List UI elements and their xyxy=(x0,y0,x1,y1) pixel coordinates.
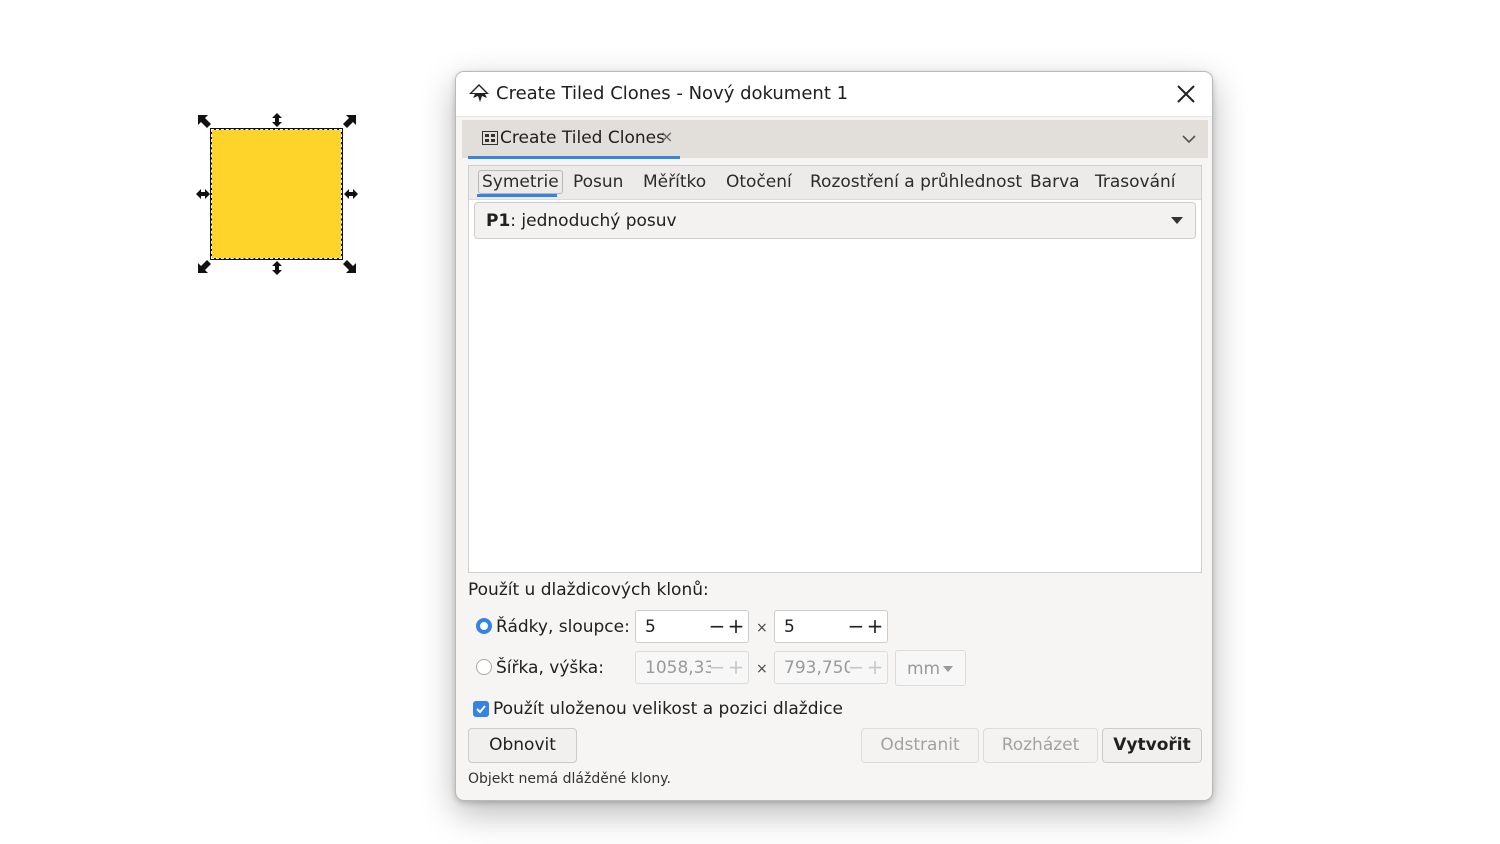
plus-icon[interactable]: + xyxy=(866,613,884,639)
chevron-down-icon[interactable] xyxy=(1176,126,1202,152)
dock-tab-create-tiled-clones[interactable]: Create Tiled Clones × xyxy=(468,120,680,159)
close-icon[interactable] xyxy=(1170,78,1202,110)
plus-icon[interactable]: + xyxy=(727,613,745,639)
active-tab-indicator xyxy=(477,194,557,197)
symmetry-select[interactable]: P1: jednoduchý posuv xyxy=(474,202,1196,239)
use-saved-label: Použít uloženou velikost a pozici dlaždi… xyxy=(493,699,844,719)
dock-tab-label: Create Tiled Clones xyxy=(500,128,665,148)
unit-value: mm xyxy=(907,659,941,679)
times-sign: × xyxy=(756,620,768,636)
create-button[interactable]: Vytvořit xyxy=(1102,728,1202,763)
minus-icon[interactable]: − xyxy=(708,654,726,680)
tab-rozostreni[interactable]: Rozostření a průhlednost xyxy=(810,172,1022,192)
tab-strip: Symetrie Posun Měřítko Otočení Rozostřen… xyxy=(469,166,1201,200)
rows-cols-radio[interactable] xyxy=(476,618,492,634)
cols-spinbutton[interactable]: 5 − + xyxy=(774,610,888,643)
dock-tab-bar: Create Tiled Clones × xyxy=(462,120,1208,159)
use-saved-checkbox[interactable] xyxy=(473,701,489,717)
tab-otoceni[interactable]: Otočení xyxy=(726,172,792,192)
width-height-label: Šířka, výška: xyxy=(496,658,604,678)
tab-barva[interactable]: Barva xyxy=(1030,172,1080,192)
width-height-radio[interactable] xyxy=(476,659,492,675)
window-title: Create Tiled Clones - Nový dokument 1 xyxy=(496,83,849,104)
unclump-button[interactable]: Rozházet xyxy=(983,728,1098,763)
symmetry-description: : jednoduchý posuv xyxy=(510,211,677,231)
status-message: Objekt nemá dlážděné klony. xyxy=(468,771,671,787)
remove-button[interactable]: Odstranit xyxy=(861,728,979,763)
height-value: 793,7500 xyxy=(784,658,850,678)
plus-icon[interactable]: + xyxy=(866,654,884,680)
tiled-clones-notebook: Symetrie Posun Měřítko Otočení Rozostřen… xyxy=(468,165,1202,573)
dropdown-arrow-icon xyxy=(943,666,953,672)
rows-spinbutton[interactable]: 5 − + xyxy=(635,610,749,643)
yellow-rectangle-object[interactable] xyxy=(210,128,343,260)
rows-cols-label: Řádky, sloupce: xyxy=(496,617,630,637)
unit-select[interactable]: mm xyxy=(895,650,966,686)
plus-icon[interactable]: + xyxy=(727,654,745,680)
symmetry-code: P1 xyxy=(486,211,511,231)
width-value: 1058,333 xyxy=(645,658,711,678)
reset-button[interactable]: Obnovit xyxy=(468,728,577,763)
tab-symetrie[interactable]: Symetrie xyxy=(478,170,563,194)
tab-posun[interactable]: Posun xyxy=(573,172,623,192)
symmetry-value: P1: jednoduchý posuv xyxy=(486,211,677,231)
minus-icon[interactable]: − xyxy=(847,654,865,680)
dropdown-arrow-icon xyxy=(1171,217,1183,224)
tab-meritko[interactable]: Měřítko xyxy=(643,172,706,192)
height-spinbutton[interactable]: 793,7500 − + xyxy=(774,651,888,684)
minus-icon[interactable]: − xyxy=(847,613,865,639)
apply-section-label: Použít u dlaždicových klonů: xyxy=(468,580,709,600)
create-tiled-clones-dialog: Create Tiled Clones - Nový dokument 1 Cr… xyxy=(455,71,1213,801)
inkscape-icon xyxy=(469,84,489,102)
title-bar[interactable]: Create Tiled Clones - Nový dokument 1 xyxy=(456,72,1212,117)
width-spinbutton[interactable]: 1058,333 − + xyxy=(635,651,749,684)
cols-value: 5 xyxy=(784,617,795,637)
rows-value: 5 xyxy=(645,617,656,637)
times-sign: × xyxy=(756,661,768,677)
tab-trasovani[interactable]: Trasování xyxy=(1095,172,1176,192)
dock-tab-close-icon[interactable]: × xyxy=(660,127,673,146)
minus-icon[interactable]: − xyxy=(708,613,726,639)
checkmark-icon xyxy=(476,705,486,714)
tiled-clones-icon xyxy=(482,131,498,145)
